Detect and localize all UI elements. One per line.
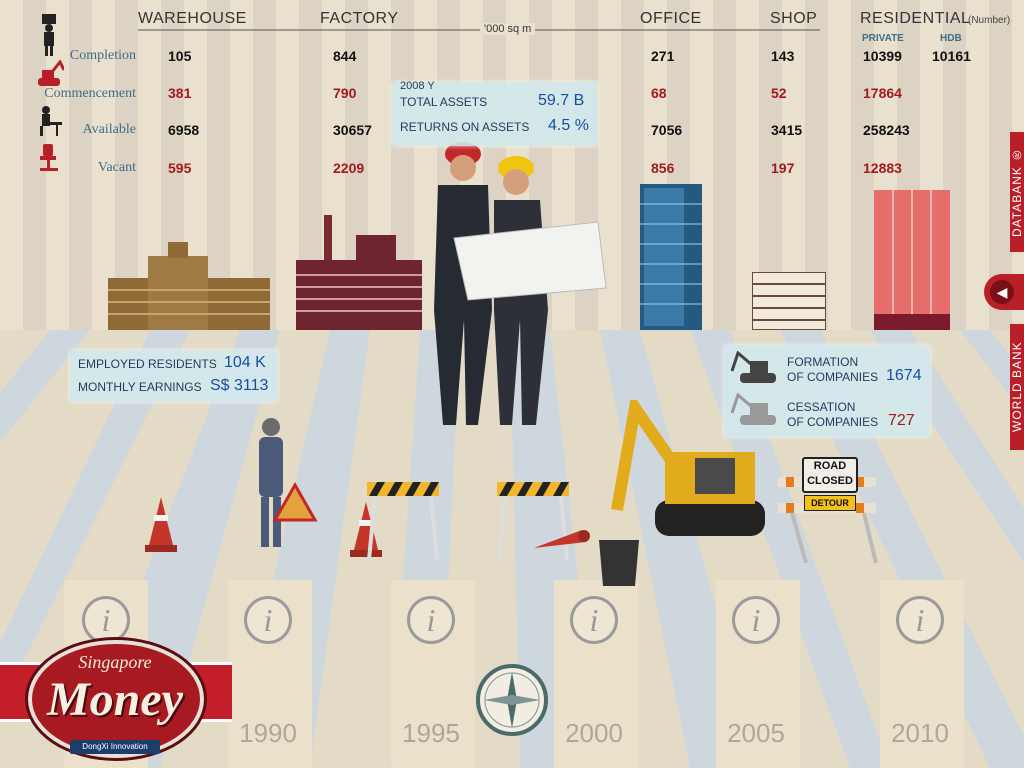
value-vacant-office: 856 <box>651 160 675 176</box>
shop-building-icon <box>752 272 826 330</box>
office-tower-icon <box>640 184 702 330</box>
info-button-4[interactable]: i <box>570 596 618 644</box>
year-1995[interactable]: 1995 <box>381 718 481 749</box>
road-closed-panel: ROAD CLOSED <box>802 457 858 493</box>
roa-value: 4.5 % <box>548 117 589 134</box>
header-residential: RESIDENTIAL <box>860 10 971 27</box>
employed-residents-value: 104 K <box>224 354 266 371</box>
year-2010[interactable]: 2010 <box>870 718 970 749</box>
value-completion-shop: 143 <box>771 48 795 64</box>
traffic-cone-icon <box>145 497 177 552</box>
cessation-label-1: CESSATION <box>787 400 856 414</box>
formation-excavator-icon <box>730 351 776 383</box>
cessation-label-2: OF COMPANIES <box>787 415 879 429</box>
info-button-5[interactable]: i <box>732 596 780 644</box>
info-button-6[interactable]: i <box>896 596 944 644</box>
factory-building-icon <box>296 215 422 330</box>
value-completion-factory: 844 <box>333 48 357 64</box>
subheader-private: PRIVATE <box>862 33 904 44</box>
year-2000[interactable]: 2000 <box>544 718 644 749</box>
cessation-excavator-icon <box>730 393 776 425</box>
value-available-office: 7056 <box>651 122 683 138</box>
back-arrow-icon: ◀ <box>990 280 1014 304</box>
warehouse-building-icon <box>108 242 270 330</box>
formation-value: 1674 <box>886 367 922 384</box>
value-completion-office: 271 <box>651 48 675 64</box>
road-barrier-icon <box>367 482 439 561</box>
header-shop: SHOP <box>770 10 818 27</box>
info-button-3[interactable]: i <box>407 596 455 644</box>
info-button-1[interactable]: i <box>82 596 130 644</box>
fallen-traffic-cone-icon <box>534 530 590 548</box>
residential-building-icon <box>874 190 950 330</box>
year-1990[interactable]: 1990 <box>218 718 318 749</box>
total-assets-label: TOTAL ASSETS <box>400 95 488 109</box>
value-available-factory: 30657 <box>333 122 372 138</box>
companies-panel: FORMATION OF COMPANIES 1674 CESSATION OF… <box>724 345 930 437</box>
road-closed-sign: ROAD CLOSED DETOUR <box>776 455 880 567</box>
subheader-hdb: HDB <box>940 33 962 44</box>
total-assets-value: 59.7 B <box>538 92 585 109</box>
value-vacant-shop: 197 <box>771 160 795 176</box>
businessmen-with-plan-illustration <box>434 142 607 425</box>
row-label-available: Available <box>82 122 136 137</box>
value-vacant-factory: 2209 <box>333 160 365 176</box>
road-closed-line2: CLOSED <box>807 475 853 487</box>
value-available-private: 258243 <box>863 122 910 138</box>
road-worker-illustration <box>259 418 318 547</box>
employment-panel: EMPLOYED RESIDENTS 104 K MONTHLY EARNING… <box>70 350 278 402</box>
row-label-commencement: Commencement <box>44 86 136 101</box>
road-closed-line1: ROAD <box>813 460 847 472</box>
units-label: '000 sq m <box>480 23 536 35</box>
value-completion-hdb: 10161 <box>932 48 971 64</box>
value-commencement-factory: 790 <box>333 85 357 101</box>
monthly-earnings-value: S$ 3113 <box>210 377 269 394</box>
assets-panel: 2008 Y TOTAL ASSETS 59.7 B RETURNS ON AS… <box>392 80 598 146</box>
employed-residents-label: EMPLOYED RESIDENTS <box>78 357 217 371</box>
value-completion-private: 10399 <box>863 48 902 64</box>
compass-icon[interactable] <box>474 662 550 738</box>
row-label-vacant: Vacant <box>97 160 136 175</box>
cessation-value: 727 <box>888 412 915 429</box>
databank-tab[interactable]: DATABANK ® <box>1010 132 1024 252</box>
value-vacant-private: 12883 <box>863 160 902 176</box>
app-logo: Singapore Money DongXi Innovation <box>0 640 232 768</box>
value-completion-warehouse: 105 <box>168 48 192 64</box>
roa-label: RETURNS ON ASSETS <box>400 120 530 134</box>
value-commencement-shop: 52 <box>771 85 787 101</box>
value-commencement-office: 68 <box>651 85 667 101</box>
info-button-2[interactable]: i <box>244 596 292 644</box>
header-warehouse: WAREHOUSE <box>138 10 247 27</box>
logo-title: Money <box>47 673 183 726</box>
row-label-completion: Completion <box>69 48 136 63</box>
value-available-shop: 3415 <box>771 122 803 138</box>
detour-sign: DETOUR <box>804 495 856 511</box>
year-2005[interactable]: 2005 <box>706 718 806 749</box>
world-bank-tab[interactable]: WORLD BANK <box>1010 324 1024 450</box>
collapse-side-panel-button[interactable]: ◀ <box>984 274 1024 310</box>
residential-unit: (Number) <box>968 15 1011 26</box>
monthly-earnings-label: MONTHLY EARNINGS <box>78 380 202 394</box>
header-factory: FACTORY <box>320 10 399 27</box>
logo-script: Singapore <box>78 652 152 672</box>
value-commencement-private: 17864 <box>863 85 902 101</box>
value-commencement-warehouse: 381 <box>168 85 192 101</box>
formation-label-1: FORMATION <box>787 355 859 369</box>
header-office: OFFICE <box>640 10 702 27</box>
value-available-warehouse: 6958 <box>168 122 200 138</box>
assets-year: 2008 Y <box>400 80 435 92</box>
value-vacant-warehouse: 595 <box>168 160 192 176</box>
formation-label-2: OF COMPANIES <box>787 370 879 384</box>
logo-byline: DongXi Innovation <box>70 740 160 754</box>
